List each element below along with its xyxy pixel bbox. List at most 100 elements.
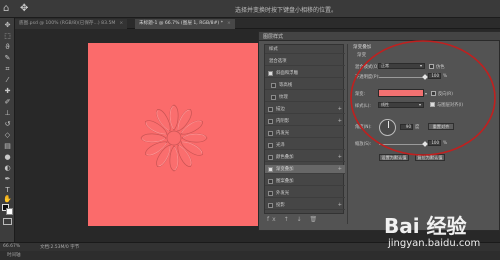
style-checkbox[interactable] bbox=[268, 203, 273, 208]
close-icon[interactable]: × bbox=[119, 21, 123, 26]
style-checkbox[interactable] bbox=[268, 155, 273, 160]
style-checkbox[interactable] bbox=[268, 71, 273, 76]
type-tool-icon[interactable]: T bbox=[2, 186, 13, 195]
tab-label: 底图.psd @ 100% (RGB/8)(已保存...) 83.5M bbox=[19, 21, 116, 26]
style-list-item[interactable]: 等高线 bbox=[265, 81, 345, 90]
style-list-item-label: 外发光 bbox=[276, 191, 290, 196]
opacity-slider[interactable] bbox=[379, 77, 425, 78]
tab-document-2[interactable]: 未标题-1 @ 66.7% (图层 1, RGB/8#) * × bbox=[135, 19, 235, 29]
style-list-item-label: 斜面和浮雕 bbox=[276, 71, 298, 76]
style-checkbox[interactable] bbox=[268, 179, 273, 184]
tab-document-1[interactable]: 底图.psd @ 100% (RGB/8)(已保存...) 83.5M × bbox=[15, 19, 128, 29]
opacity-input[interactable]: 100 bbox=[428, 73, 441, 79]
add-icon[interactable]: + bbox=[338, 202, 342, 208]
scale-slider[interactable] bbox=[379, 144, 425, 145]
eyedropper-tool-icon[interactable]: ⁄ bbox=[2, 76, 13, 85]
dither-checkbox[interactable] bbox=[429, 64, 434, 69]
dialog-title: 图层样式 bbox=[263, 34, 284, 40]
stamp-tool-icon[interactable]: ⊥ bbox=[2, 109, 13, 118]
blend-mode-select[interactable]: 正常 ▾ bbox=[378, 63, 425, 69]
blend-mode-value: 正常 bbox=[381, 63, 389, 68]
chevron-down-icon[interactable]: ▾ bbox=[425, 91, 427, 96]
marquee-tool-icon[interactable]: ⬚ bbox=[2, 32, 13, 41]
quick-select-tool-icon[interactable]: ✎ bbox=[2, 54, 13, 63]
dodge-tool-icon[interactable]: ◐ bbox=[2, 164, 13, 173]
add-icon[interactable]: + bbox=[338, 118, 342, 124]
style-checkbox[interactable] bbox=[268, 119, 273, 124]
style-list-item[interactable]: 内发光 bbox=[265, 129, 345, 138]
crop-tool-icon[interactable]: ⌗ bbox=[2, 65, 13, 74]
lasso-tool-icon[interactable]: ϑ bbox=[2, 43, 13, 52]
close-icon[interactable]: × bbox=[227, 21, 231, 26]
healing-tool-icon[interactable]: ✚ bbox=[2, 87, 13, 96]
set-as-default-button[interactable]: 设置为默认值 bbox=[379, 154, 409, 161]
align-with-layer-label: 与图层对齐(I) bbox=[437, 103, 464, 108]
style-list-item[interactable]: 描边 + bbox=[265, 105, 345, 114]
chevron-down-icon: ▾ bbox=[418, 102, 421, 107]
document-size: 文档:2.53M/0 字节 bbox=[40, 245, 80, 250]
dialog-title-bar[interactable]: 图层样式 bbox=[259, 32, 500, 41]
gradient-tool-icon[interactable]: ▤ bbox=[2, 142, 13, 151]
hand-tool-icon[interactable]: ✋ bbox=[2, 195, 13, 204]
pen-tool-icon[interactable]: ✒ bbox=[2, 175, 13, 184]
opacity-label: 不透明度(P): bbox=[355, 75, 380, 80]
scale-input[interactable]: 100 bbox=[428, 140, 441, 146]
style-list-item[interactable]: 图案叠加 bbox=[265, 177, 345, 186]
angle-dial-hand bbox=[388, 121, 389, 128]
history-brush-tool-icon[interactable]: ↺ bbox=[2, 120, 13, 129]
angle-dial[interactable] bbox=[379, 119, 396, 136]
style-list-item-label: 混合选项 bbox=[269, 59, 287, 64]
style-value: 线性 bbox=[381, 102, 389, 107]
reset-to-default-button[interactable]: 复位为默认值 bbox=[415, 154, 445, 161]
home-icon[interactable]: ⌂ bbox=[3, 3, 15, 15]
move-tool-icon[interactable]: ✥ bbox=[20, 2, 34, 15]
style-select[interactable]: 线性 ▾ bbox=[378, 102, 424, 108]
gradient-swatch[interactable] bbox=[378, 89, 424, 97]
style-list-item-label: 渐变叠加 bbox=[276, 167, 294, 172]
zoom-level[interactable]: 66.67% bbox=[3, 244, 20, 249]
opacity-slider-handle[interactable] bbox=[422, 74, 428, 80]
style-checkbox[interactable] bbox=[271, 95, 276, 100]
style-list-item[interactable]: 内阴影 + bbox=[265, 117, 345, 126]
background-color-swatch[interactable] bbox=[6, 208, 13, 215]
timeline-label[interactable]: 时间轴 bbox=[7, 252, 21, 258]
blur-tool-icon[interactable]: ● bbox=[2, 153, 13, 162]
style-list-item[interactable]: 光泽 bbox=[265, 141, 345, 150]
scale-slider-handle[interactable] bbox=[422, 141, 428, 147]
style-list-item[interactable]: 外发光 bbox=[265, 189, 345, 198]
add-icon[interactable]: + bbox=[338, 106, 342, 112]
style-list-item[interactable]: 投影 + bbox=[265, 201, 345, 210]
style-list-item[interactable]: 渐变叠加 + bbox=[265, 165, 345, 174]
style-checkbox[interactable] bbox=[268, 131, 273, 136]
style-list-item[interactable]: 样式 bbox=[265, 45, 345, 54]
add-icon[interactable]: + bbox=[338, 154, 342, 160]
reset-alignment-button[interactable]: 重置对齐 bbox=[428, 123, 454, 130]
layer-style-dialog: 图层样式 样式 混合选项 斜面和浮雕 等高线 纹理 描边 + 内阴影 + 内发光 光泽 颜色叠加 + 渐变… bbox=[258, 31, 500, 231]
style-list-item[interactable]: 斜面和浮雕 bbox=[265, 69, 345, 78]
align-with-layer-checkbox[interactable] bbox=[430, 102, 435, 107]
style-list-item[interactable]: 混合选项 bbox=[265, 57, 345, 66]
style-list-item[interactable]: 颜色叠加 + bbox=[265, 153, 345, 162]
add-icon[interactable]: + bbox=[338, 166, 342, 172]
document-canvas[interactable] bbox=[88, 43, 270, 226]
tab-label: 未标题-1 @ 66.7% (图层 1, RGB/8#) * bbox=[139, 21, 223, 26]
style-list-item-label: 描边 bbox=[276, 107, 285, 112]
style-checkbox[interactable] bbox=[268, 167, 273, 172]
watermark: Bai 经验 jingyan.baidu.com bbox=[384, 210, 498, 258]
options-bar: ⌂ ✥ 选择并变换时按下键盘小相移的位置。 bbox=[0, 0, 500, 18]
style-checkbox[interactable] bbox=[268, 107, 273, 112]
style-list-item[interactable]: 纹理 bbox=[265, 93, 345, 102]
style-checkbox[interactable] bbox=[271, 83, 276, 88]
angle-input[interactable]: 90 bbox=[400, 124, 413, 130]
style-list-item-label: 内发光 bbox=[276, 131, 290, 136]
watermark-url: jingyan.baidu.com bbox=[388, 238, 481, 249]
eraser-tool-icon[interactable]: ◇ bbox=[2, 131, 13, 140]
move-tool-icon[interactable]: ✥ bbox=[2, 21, 13, 30]
styles-list-footer-icons[interactable]: fx ↑ ↓ 🗑 bbox=[267, 216, 320, 223]
brush-tool-icon[interactable]: ✐ bbox=[2, 98, 13, 107]
style-checkbox[interactable] bbox=[268, 143, 273, 148]
options-hint: 选择并变换时按下键盘小相移的位置。 bbox=[235, 7, 338, 14]
quick-mask-icon[interactable] bbox=[3, 218, 12, 225]
style-checkbox[interactable] bbox=[268, 191, 273, 196]
reverse-checkbox[interactable] bbox=[431, 91, 436, 96]
